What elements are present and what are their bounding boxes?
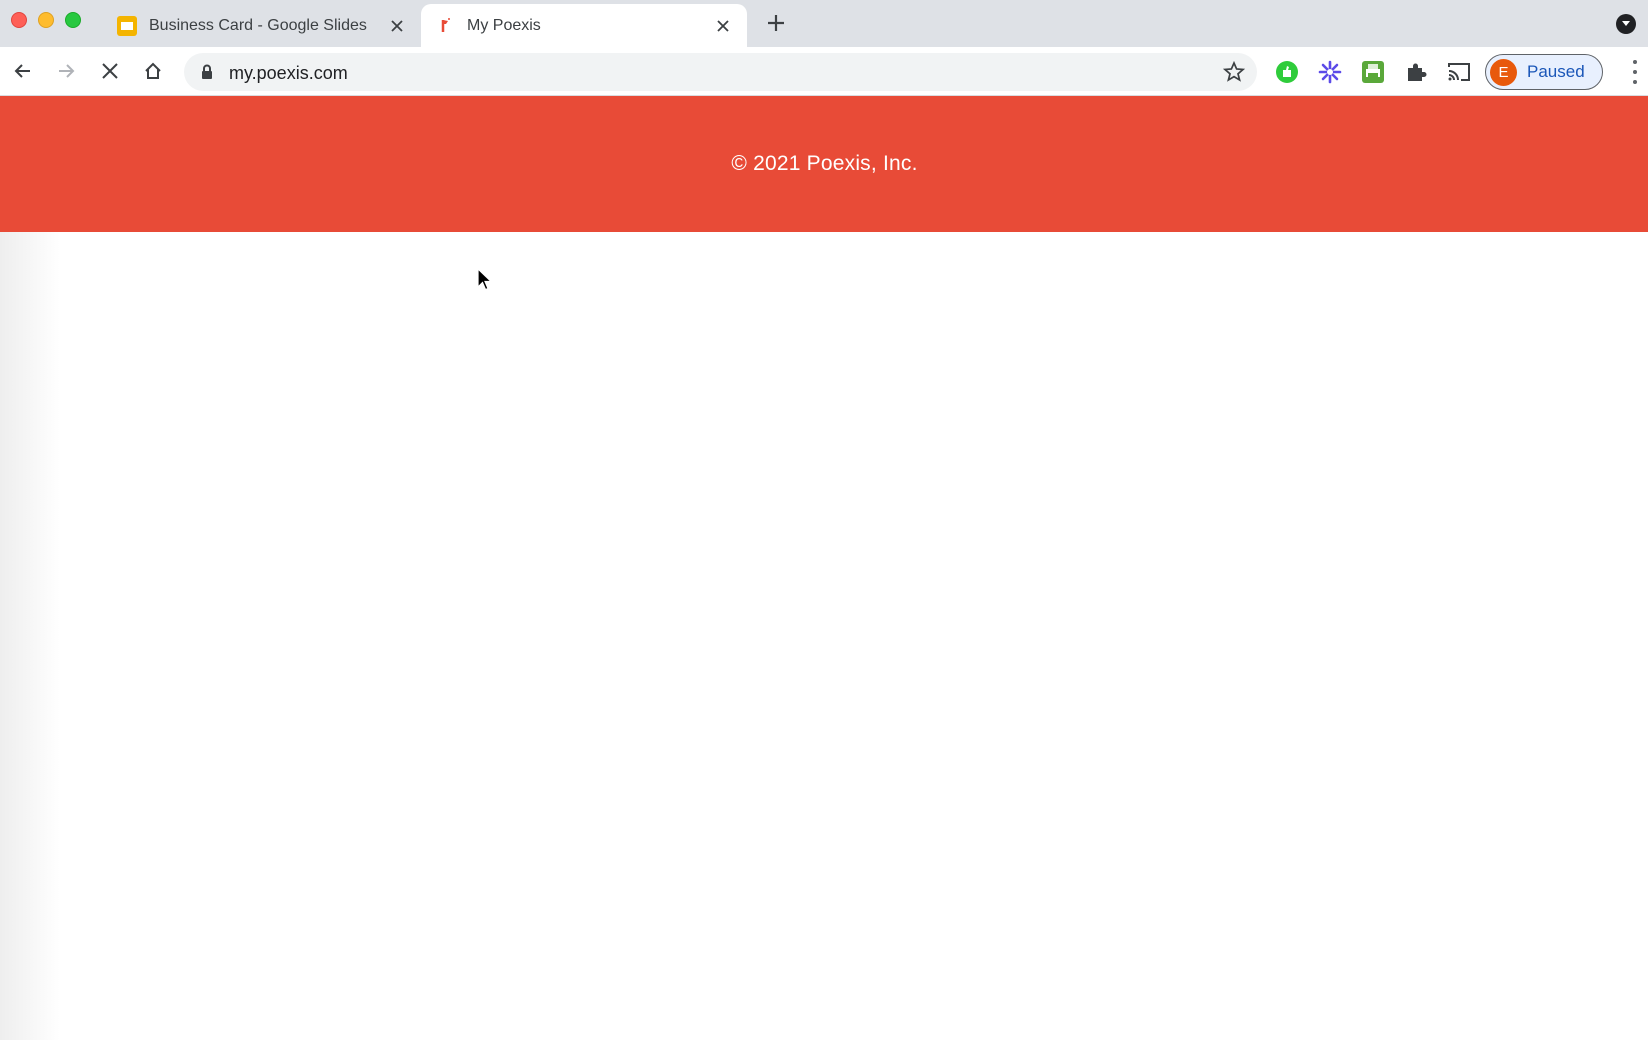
close-tab-icon[interactable] <box>713 16 733 36</box>
back-arrow-icon[interactable] <box>8 56 38 86</box>
mouse-cursor-icon <box>477 267 493 297</box>
bookmark-star-icon[interactable] <box>1222 60 1246 88</box>
page-content: © 2021 Poexis, Inc. <box>0 96 1648 1040</box>
close-window-button[interactable] <box>11 12 27 28</box>
minimize-window-button[interactable] <box>38 12 54 28</box>
poexis-icon <box>435 16 455 36</box>
home-icon[interactable] <box>138 56 168 86</box>
lock-icon[interactable] <box>200 64 214 85</box>
copyright-text: © 2021 Poexis, Inc. <box>731 152 918 175</box>
tab-search-icon[interactable] <box>1616 14 1636 34</box>
green-extension-icon[interactable] <box>1274 59 1300 85</box>
close-tab-icon[interactable] <box>387 16 407 36</box>
new-tab-button[interactable] <box>763 10 789 36</box>
cast-icon[interactable] <box>1446 59 1472 85</box>
tab-title: My Poexis <box>467 16 541 34</box>
printer-extension-icon[interactable] <box>1360 59 1386 85</box>
profile-status: Paused <box>1527 62 1585 81</box>
google-slides-icon <box>117 15 137 36</box>
page-edge-shadow <box>0 96 60 1040</box>
maximize-window-button[interactable] <box>65 12 81 28</box>
url-text: my.poexis.com <box>229 63 348 83</box>
browser-toolbar: my.poexis.com E Paused <box>0 47 1648 96</box>
stop-loading-icon[interactable] <box>95 56 125 86</box>
more-menu-icon[interactable] <box>1632 60 1638 84</box>
tab-my-poexis[interactable]: My Poexis <box>421 4 747 47</box>
address-bar[interactable]: my.poexis.com <box>184 53 1257 91</box>
puzzle-extensions-icon[interactable] <box>1403 59 1429 85</box>
profile-button[interactable]: E Paused <box>1485 54 1603 90</box>
site-footer: © 2021 Poexis, Inc. <box>0 96 1648 232</box>
tab-title: Business Card - Google Slides <box>149 16 367 34</box>
tab-business-card[interactable]: Business Card - Google Slides <box>103 4 421 47</box>
avatar: E <box>1490 58 1517 86</box>
tab-strip: Business Card - Google Slides My Poexis <box>0 0 1648 47</box>
forward-arrow-icon[interactable] <box>51 56 81 86</box>
purple-asterisk-extension-icon[interactable] <box>1317 59 1343 85</box>
